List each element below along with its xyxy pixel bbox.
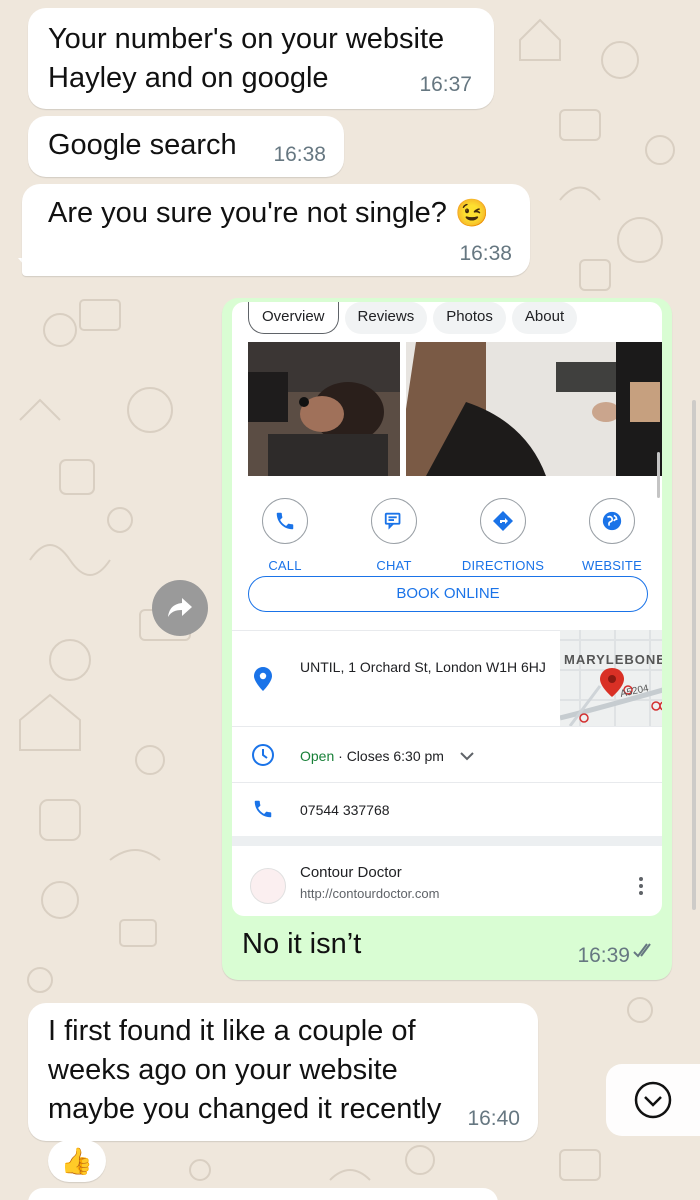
scroll-to-bottom-button[interactable] [606,1064,700,1136]
phone-number[interactable]: 07544 337768 [300,802,390,818]
opening-hours[interactable]: Open · Closes 6:30 pm [300,748,474,764]
phone-icon [276,512,294,530]
forward-icon [168,598,192,617]
message-time: 16:39 [577,944,630,967]
globe-icon [602,511,622,531]
clinic-photo-image [406,342,662,476]
reaction-badge[interactable]: 👍 [48,1140,106,1182]
place-photo[interactable] [406,342,662,476]
divider [232,782,662,783]
place-photo[interactable] [248,342,400,476]
divider [232,726,662,727]
directions-icon [493,511,513,531]
open-status: Open [300,748,335,764]
clock-icon [250,742,276,768]
winking-emoji: 😉 [454,198,489,228]
incoming-message[interactable]: Are you sure you're not single? 😉 16:38 [22,184,530,276]
outgoing-image-message[interactable]: Overview Reviews Photos About CALL CHAT … [222,298,672,980]
closing-time: · Closes 6:30 pm [334,748,444,764]
site-logo [250,868,286,904]
website-label: WEBSITE [582,558,642,573]
website-action-circle [589,498,635,544]
tab-reviews[interactable]: Reviews [344,302,428,334]
message-time: 16:38 [273,143,326,166]
tab-overview[interactable]: Overview [248,302,339,334]
forward-button[interactable] [152,580,208,636]
chat-label: CHAT [376,558,412,573]
message-time: 16:40 [467,1107,520,1130]
incoming-message[interactable] [28,1188,498,1200]
call-label: CALL [268,558,302,573]
message-text: Are you sure you're not single? 😉 [48,194,489,233]
chat-action[interactable]: CHAT [349,498,439,573]
screenshot-scrollbar [657,452,660,498]
kebab-icon[interactable] [638,876,644,896]
chat-scrollbar[interactable] [692,400,696,910]
forwarded-screenshot[interactable]: Overview Reviews Photos About CALL CHAT … [232,302,662,916]
tab-about[interactable]: About [511,302,578,334]
read-ticks-icon [633,943,651,958]
location-pin-icon [250,666,276,692]
message-time: 16:37 [419,73,472,96]
incoming-message[interactable]: Google search 16:38 [28,116,344,177]
chat-icon [384,512,401,530]
place-address[interactable]: UNTIL, 1 Orchard St, London W1H 6HJ [300,656,560,678]
tab-photos[interactable]: Photos [433,302,506,334]
website-action[interactable]: WEBSITE [567,498,657,573]
chevron-down-icon [460,752,474,761]
site-url[interactable]: http://contourdoctor.com [300,886,439,901]
incoming-message[interactable]: I first found it like a couple of weeks … [28,1003,538,1141]
scroll-down-icon [634,1081,672,1119]
place-tabs: Overview Reviews Photos About [248,302,578,338]
message-text: Google search [48,129,237,161]
message-time: 16:38 [459,242,512,265]
clinic-photo-image [248,342,400,476]
directions-label: DIRECTIONS [461,558,545,573]
thumbs-up-emoji: 👍 [60,1145,94,1176]
message-text-body: Are you sure you're not single? [48,197,447,229]
directions-action-circle [480,498,526,544]
site-name[interactable]: Contour Doctor [300,864,402,881]
map-label: MARYLEBONE [564,652,662,667]
phone-icon [250,796,276,822]
map-thumbnail [560,630,662,726]
directions-action[interactable]: DIRECTIONS [458,498,548,573]
call-action[interactable]: CALL [240,498,330,573]
section-divider [232,836,662,846]
call-action-circle [262,498,308,544]
chat-action-circle [371,498,417,544]
mini-map[interactable]: MARYLEBONE A5204 [560,630,662,726]
message-text: I first found it like a couple of weeks … [48,1015,442,1125]
message-caption: No it isn’t [242,928,362,960]
incoming-message[interactable]: Your number's on your website Hayley and… [28,8,494,109]
book-online-button[interactable]: BOOK ONLINE [248,576,648,612]
